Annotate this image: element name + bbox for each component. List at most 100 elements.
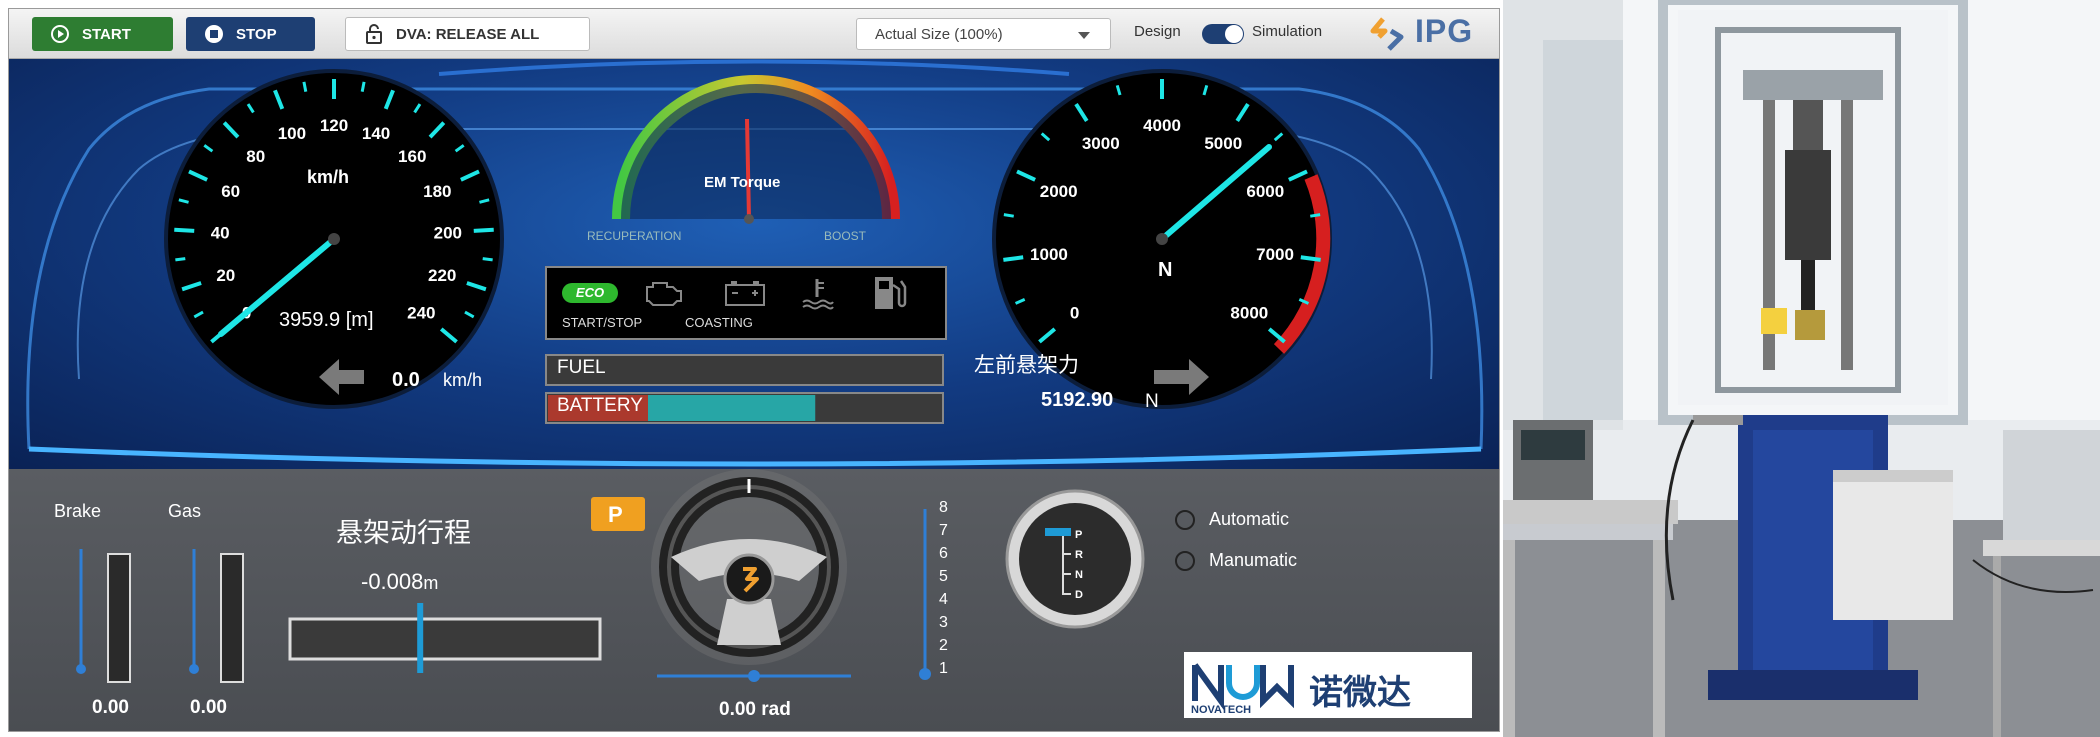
gauge-tick-label: 100 bbox=[278, 124, 306, 143]
shifter-position-label: R bbox=[1075, 549, 1083, 561]
gauge-tick bbox=[1003, 255, 1024, 262]
gauge-tick bbox=[175, 257, 186, 262]
automatic-radio[interactable] bbox=[1175, 510, 1195, 530]
fuel-label: FUEL bbox=[557, 357, 606, 378]
gauge-tick-label: 0 bbox=[1070, 303, 1079, 322]
gauge-tick-label: 20 bbox=[216, 266, 235, 285]
speed-value: 0.0 bbox=[392, 369, 420, 391]
gear-scale-thumb[interactable] bbox=[919, 668, 931, 680]
gauge-tick bbox=[1300, 255, 1321, 262]
zoom-size-select[interactable]: Actual Size (100%) bbox=[856, 18, 1111, 50]
driver-controls-panel: Brake Gas 0.00 0.00 悬架动行程 -0.008m P 0.00… bbox=[9, 469, 1499, 731]
gear-scale-label: 2 bbox=[939, 637, 948, 654]
screenshot: START STOP DVA: RELEASE ALL Actual Size … bbox=[0, 0, 2100, 737]
gauge-tick-label: 200 bbox=[434, 223, 462, 242]
suspension-title: 悬架动行程 bbox=[336, 518, 471, 548]
cluster-graphics: 020406080100120140160180200220240 010002… bbox=[26, 59, 1484, 467]
torque-needle bbox=[745, 118, 751, 220]
suspension-travel-track bbox=[288, 617, 602, 661]
gauge-tick-label: 6000 bbox=[1246, 182, 1284, 201]
dva-release-all-button[interactable]: DVA: RELEASE ALL bbox=[345, 17, 590, 51]
torque-recuperation-label: RECUPERATION bbox=[587, 229, 682, 243]
battery-label: BATTERY bbox=[557, 395, 643, 416]
gauge-tick bbox=[1310, 213, 1321, 218]
gauge-tick bbox=[482, 257, 493, 262]
novatech-wordmark: NOVATECH bbox=[1191, 704, 1252, 716]
gauge-tick-label: 220 bbox=[428, 266, 456, 285]
automatic-label: Automatic bbox=[1209, 509, 1290, 529]
eco-indicator: ECO bbox=[562, 283, 618, 303]
test-rig-illustration bbox=[1503, 0, 2100, 737]
manumatic-radio[interactable] bbox=[1175, 551, 1195, 571]
ipg-brand-text: IPG bbox=[1415, 13, 1474, 49]
parking-label: P bbox=[608, 502, 623, 527]
battery-icon bbox=[725, 281, 765, 306]
simulation-app-window: START STOP DVA: RELEASE ALL Actual Size … bbox=[8, 8, 1500, 732]
speed-unit: km/h bbox=[443, 370, 483, 390]
gas-label: Gas bbox=[168, 501, 202, 521]
gauge-tick-label: 240 bbox=[407, 303, 435, 322]
force-gauge-hub bbox=[1156, 233, 1168, 245]
suspension-value: -0.008m bbox=[361, 569, 438, 595]
gear-scale-labels: 8 7 6 5 4 3 2 1 bbox=[939, 499, 959, 679]
play-circle-icon bbox=[51, 25, 69, 43]
gear-scale-label: 6 bbox=[939, 545, 948, 562]
gauge-tick-label: 3000 bbox=[1082, 134, 1120, 153]
gear-scale-label: 8 bbox=[939, 499, 948, 516]
shifter-position-label: P bbox=[1075, 529, 1083, 541]
fuel-pump-icon bbox=[875, 277, 907, 309]
mode-simulation-label: Simulation bbox=[1252, 23, 1323, 40]
steering-angle-value: 0.00 rad bbox=[719, 699, 791, 720]
brake-level-bar bbox=[107, 553, 131, 683]
steering-wheel-icon bbox=[651, 469, 847, 665]
gauge-tick-label: 7000 bbox=[1256, 245, 1294, 264]
gauge-tick-label: 40 bbox=[211, 223, 230, 242]
gauge-tick bbox=[174, 227, 195, 233]
gauge-tick bbox=[473, 227, 494, 233]
start-button[interactable]: START bbox=[32, 17, 173, 51]
force-gauge-title: 左前悬架力 bbox=[974, 354, 1079, 377]
gauge-tick-label: 2000 bbox=[1040, 182, 1078, 201]
gauge-tick-label: 4000 bbox=[1143, 116, 1181, 135]
instrument-cluster: 020406080100120140160180200220240 010002… bbox=[9, 59, 1499, 469]
brake-slider-thumb[interactable] bbox=[76, 664, 86, 674]
force-value: 5192.90 bbox=[1041, 389, 1114, 411]
gas-slider-thumb[interactable] bbox=[189, 664, 199, 674]
gear-scale-label: 4 bbox=[939, 591, 948, 608]
gear-scale-label: 7 bbox=[939, 522, 948, 539]
gauge-tick bbox=[302, 81, 308, 92]
speedometer-hub bbox=[328, 233, 340, 245]
shifter-positions: PRND bbox=[1075, 529, 1095, 609]
stop-circle-icon bbox=[205, 25, 223, 43]
steering-slider-thumb[interactable] bbox=[748, 670, 760, 682]
toggle-knob bbox=[1225, 25, 1243, 43]
gauge-tick bbox=[1003, 213, 1014, 218]
gauge-tick bbox=[360, 81, 366, 92]
gauge-tick-label: 1000 bbox=[1030, 245, 1068, 264]
toolbar: START STOP DVA: RELEASE ALL Actual Size … bbox=[9, 9, 1499, 59]
suspension-value-number: -0.008 bbox=[361, 569, 424, 594]
gauge-tick-label: 160 bbox=[398, 147, 426, 166]
suspension-value-unit: m bbox=[423, 573, 439, 593]
force-gauge-unit: N bbox=[1158, 259, 1173, 281]
gauge-tick-label: 8000 bbox=[1230, 303, 1268, 322]
shifter-position-label: N bbox=[1075, 569, 1083, 581]
shifter-selected-marker bbox=[1045, 528, 1071, 536]
brake-label: Brake bbox=[54, 501, 102, 521]
suspension-travel-marker bbox=[417, 603, 424, 673]
engine-icon bbox=[646, 282, 682, 306]
gauge-tick-label: 180 bbox=[423, 182, 451, 201]
stop-button[interactable]: STOP bbox=[186, 17, 315, 51]
torque-boost-label: BOOST bbox=[824, 229, 867, 243]
start-button-label: START bbox=[82, 25, 131, 43]
coasting-label: COASTING bbox=[685, 315, 753, 330]
zoom-size-value: Actual Size (100%) bbox=[875, 25, 1003, 43]
unlock-icon bbox=[366, 24, 382, 44]
force-value-unit: N bbox=[1145, 391, 1159, 412]
torque-title: EM Torque bbox=[704, 174, 781, 191]
design-simulation-toggle[interactable] bbox=[1202, 24, 1244, 44]
chevron-down-icon bbox=[1078, 32, 1090, 39]
gauge-tick-label: 120 bbox=[320, 116, 348, 135]
manumatic-label: Manumatic bbox=[1209, 550, 1298, 570]
gear-scale-label: 5 bbox=[939, 568, 948, 585]
